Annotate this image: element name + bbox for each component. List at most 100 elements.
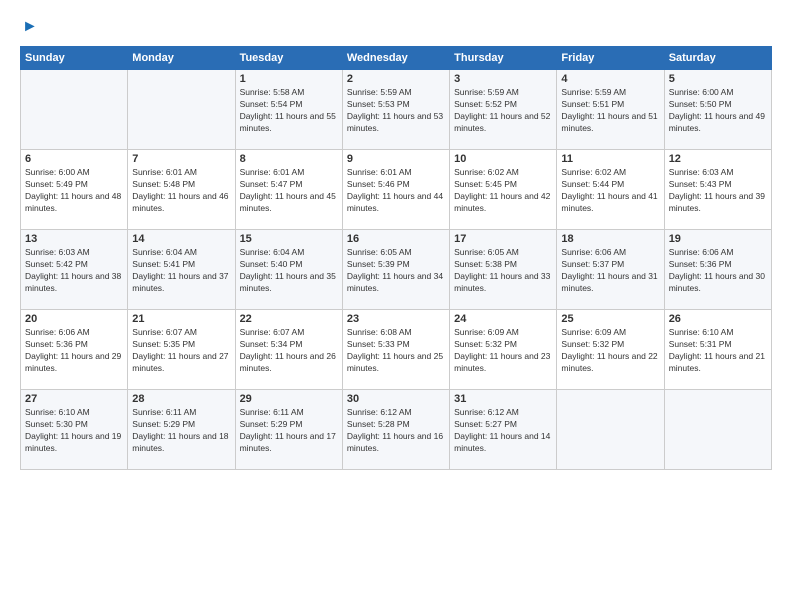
day-info: Sunrise: 6:11 AM Sunset: 5:29 PM Dayligh… bbox=[132, 407, 230, 455]
day-number: 24 bbox=[454, 313, 552, 325]
calendar-day-cell: 10Sunrise: 6:02 AM Sunset: 5:45 PM Dayli… bbox=[450, 150, 557, 230]
day-info: Sunrise: 5:59 AM Sunset: 5:53 PM Dayligh… bbox=[347, 87, 445, 135]
calendar-day-cell: 29Sunrise: 6:11 AM Sunset: 5:29 PM Dayli… bbox=[235, 390, 342, 470]
calendar-week-row: 13Sunrise: 6:03 AM Sunset: 5:42 PM Dayli… bbox=[21, 230, 772, 310]
weekday-header: Monday bbox=[128, 47, 235, 70]
day-info: Sunrise: 5:59 AM Sunset: 5:52 PM Dayligh… bbox=[454, 87, 552, 135]
calendar-day-cell: 2Sunrise: 5:59 AM Sunset: 5:53 PM Daylig… bbox=[342, 70, 449, 150]
day-info: Sunrise: 6:05 AM Sunset: 5:38 PM Dayligh… bbox=[454, 247, 552, 295]
calendar-day-cell bbox=[557, 390, 664, 470]
day-info: Sunrise: 6:06 AM Sunset: 5:36 PM Dayligh… bbox=[669, 247, 767, 295]
day-info: Sunrise: 6:07 AM Sunset: 5:35 PM Dayligh… bbox=[132, 327, 230, 375]
day-number: 5 bbox=[669, 73, 767, 85]
calendar-week-row: 1Sunrise: 5:58 AM Sunset: 5:54 PM Daylig… bbox=[21, 70, 772, 150]
calendar-day-cell: 28Sunrise: 6:11 AM Sunset: 5:29 PM Dayli… bbox=[128, 390, 235, 470]
calendar-day-cell: 21 Sunrise: 6:07 AM Sunset: 5:35 PM Dayli… bbox=[128, 310, 235, 390]
page: ► SundayMondayTuesdayWednesdayThursdayFr… bbox=[0, 0, 792, 612]
day-number: 23 bbox=[347, 313, 445, 325]
calendar-week-row: 20 Sunrise: 6:06 AM Sunset: 5:36 PM Dayli… bbox=[21, 310, 772, 390]
day-info: Sunrise: 6:08 AM Sunset: 5:33 PM Dayligh… bbox=[347, 327, 445, 375]
day-number: 15 bbox=[240, 233, 338, 245]
calendar-week-row: 6 Sunrise: 6:00 AM Sunset: 5:49 PM Daylig… bbox=[21, 150, 772, 230]
weekday-header: Tuesday bbox=[235, 47, 342, 70]
day-number: 21 bbox=[132, 313, 230, 325]
day-info: Sunrise: 6:12 AM Sunset: 5:28 PM Dayligh… bbox=[347, 407, 445, 455]
day-info: Sunrise: 6:10 AM Sunset: 5:30 PM Dayligh… bbox=[25, 407, 123, 455]
calendar-day-cell: 23 Sunrise: 6:08 AM Sunset: 5:33 PM Dayli… bbox=[342, 310, 449, 390]
day-info: Sunrise: 6:00 AM Sunset: 5:49 PM Dayligh… bbox=[25, 167, 123, 215]
day-number: 13 bbox=[25, 233, 123, 245]
calendar-day-cell: 5 Sunrise: 6:00 AM Sunset: 5:50 PM Daylig… bbox=[664, 70, 771, 150]
calendar-day-cell: 17 Sunrise: 6:05 AM Sunset: 5:38 PM Dayli… bbox=[450, 230, 557, 310]
calendar-day-cell: 14 Sunrise: 6:04 AM Sunset: 5:41 PM Dayli… bbox=[128, 230, 235, 310]
calendar-day-cell: 6 Sunrise: 6:00 AM Sunset: 5:49 PM Daylig… bbox=[21, 150, 128, 230]
day-number: 30 bbox=[347, 393, 445, 405]
day-number: 11 bbox=[561, 153, 659, 165]
calendar-day-cell: 13Sunrise: 6:03 AM Sunset: 5:42 PM Dayli… bbox=[21, 230, 128, 310]
calendar-day-cell: 11 Sunrise: 6:02 AM Sunset: 5:44 PM Dayli… bbox=[557, 150, 664, 230]
logo: ► bbox=[20, 18, 38, 36]
calendar-day-cell: 31 Sunrise: 6:12 AM Sunset: 5:27 PM Dayli… bbox=[450, 390, 557, 470]
day-number: 4 bbox=[561, 73, 659, 85]
calendar-day-cell: 16Sunrise: 6:05 AM Sunset: 5:39 PM Dayli… bbox=[342, 230, 449, 310]
day-info: Sunrise: 6:10 AM Sunset: 5:31 PM Dayligh… bbox=[669, 327, 767, 375]
calendar-day-cell: 22 Sunrise: 6:07 AM Sunset: 5:34 PM Dayli… bbox=[235, 310, 342, 390]
day-number: 16 bbox=[347, 233, 445, 245]
day-number: 19 bbox=[669, 233, 767, 245]
day-number: 22 bbox=[240, 313, 338, 325]
calendar-day-cell: 18 Sunrise: 6:06 AM Sunset: 5:37 PM Dayli… bbox=[557, 230, 664, 310]
day-info: Sunrise: 6:04 AM Sunset: 5:40 PM Dayligh… bbox=[240, 247, 338, 295]
calendar-header-row: SundayMondayTuesdayWednesdayThursdayFrid… bbox=[21, 47, 772, 70]
calendar-day-cell: 3 Sunrise: 5:59 AM Sunset: 5:52 PM Daylig… bbox=[450, 70, 557, 150]
day-info: Sunrise: 6:12 AM Sunset: 5:27 PM Dayligh… bbox=[454, 407, 552, 455]
day-info: Sunrise: 6:00 AM Sunset: 5:50 PM Dayligh… bbox=[669, 87, 767, 135]
calendar-day-cell: 26Sunrise: 6:10 AM Sunset: 5:31 PM Dayli… bbox=[664, 310, 771, 390]
day-number: 14 bbox=[132, 233, 230, 245]
calendar-day-cell bbox=[664, 390, 771, 470]
day-number: 18 bbox=[561, 233, 659, 245]
calendar-table: SundayMondayTuesdayWednesdayThursdayFrid… bbox=[20, 46, 772, 470]
calendar-day-cell: 20 Sunrise: 6:06 AM Sunset: 5:36 PM Dayli… bbox=[21, 310, 128, 390]
calendar-day-cell bbox=[21, 70, 128, 150]
day-number: 25 bbox=[561, 313, 659, 325]
day-number: 12 bbox=[669, 153, 767, 165]
day-number: 10 bbox=[454, 153, 552, 165]
day-info: Sunrise: 6:01 AM Sunset: 5:46 PM Dayligh… bbox=[347, 167, 445, 215]
calendar-body: 1Sunrise: 5:58 AM Sunset: 5:54 PM Daylig… bbox=[21, 70, 772, 470]
calendar-day-cell: 24 Sunrise: 6:09 AM Sunset: 5:32 PM Dayli… bbox=[450, 310, 557, 390]
day-number: 27 bbox=[25, 393, 123, 405]
weekday-header: Thursday bbox=[450, 47, 557, 70]
day-number: 31 bbox=[454, 393, 552, 405]
day-info: Sunrise: 6:01 AM Sunset: 5:47 PM Dayligh… bbox=[240, 167, 338, 215]
weekday-header: Friday bbox=[557, 47, 664, 70]
calendar-day-cell bbox=[128, 70, 235, 150]
day-number: 20 bbox=[25, 313, 123, 325]
day-info: Sunrise: 6:03 AM Sunset: 5:43 PM Dayligh… bbox=[669, 167, 767, 215]
calendar-day-cell: 30 Sunrise: 6:12 AM Sunset: 5:28 PM Dayli… bbox=[342, 390, 449, 470]
day-info: Sunrise: 5:58 AM Sunset: 5:54 PM Dayligh… bbox=[240, 87, 338, 135]
calendar-day-cell: 27 Sunrise: 6:10 AM Sunset: 5:30 PM Dayli… bbox=[21, 390, 128, 470]
day-number: 6 bbox=[25, 153, 123, 165]
weekday-header: Wednesday bbox=[342, 47, 449, 70]
day-info: Sunrise: 6:06 AM Sunset: 5:37 PM Dayligh… bbox=[561, 247, 659, 295]
calendar-day-cell: 19 Sunrise: 6:06 AM Sunset: 5:36 PM Dayli… bbox=[664, 230, 771, 310]
calendar-day-cell: 1Sunrise: 5:58 AM Sunset: 5:54 PM Daylig… bbox=[235, 70, 342, 150]
weekday-header: Sunday bbox=[21, 47, 128, 70]
day-number: 17 bbox=[454, 233, 552, 245]
calendar-day-cell: 8 Sunrise: 6:01 AM Sunset: 5:47 PM Daylig… bbox=[235, 150, 342, 230]
day-number: 3 bbox=[454, 73, 552, 85]
day-info: Sunrise: 6:04 AM Sunset: 5:41 PM Dayligh… bbox=[132, 247, 230, 295]
calendar-day-cell: 4 Sunrise: 5:59 AM Sunset: 5:51 PM Daylig… bbox=[557, 70, 664, 150]
day-info: Sunrise: 5:59 AM Sunset: 5:51 PM Dayligh… bbox=[561, 87, 659, 135]
day-info: Sunrise: 6:06 AM Sunset: 5:36 PM Dayligh… bbox=[25, 327, 123, 375]
day-number: 29 bbox=[240, 393, 338, 405]
day-number: 8 bbox=[240, 153, 338, 165]
calendar-day-cell: 15 Sunrise: 6:04 AM Sunset: 5:40 PM Dayli… bbox=[235, 230, 342, 310]
weekday-header: Saturday bbox=[664, 47, 771, 70]
day-number: 9 bbox=[347, 153, 445, 165]
day-info: Sunrise: 6:09 AM Sunset: 5:32 PM Dayligh… bbox=[454, 327, 552, 375]
day-info: Sunrise: 6:02 AM Sunset: 5:44 PM Dayligh… bbox=[561, 167, 659, 215]
day-info: Sunrise: 6:01 AM Sunset: 5:48 PM Dayligh… bbox=[132, 167, 230, 215]
calendar-day-cell: 12 Sunrise: 6:03 AM Sunset: 5:43 PM Dayli… bbox=[664, 150, 771, 230]
day-info: Sunrise: 6:07 AM Sunset: 5:34 PM Dayligh… bbox=[240, 327, 338, 375]
